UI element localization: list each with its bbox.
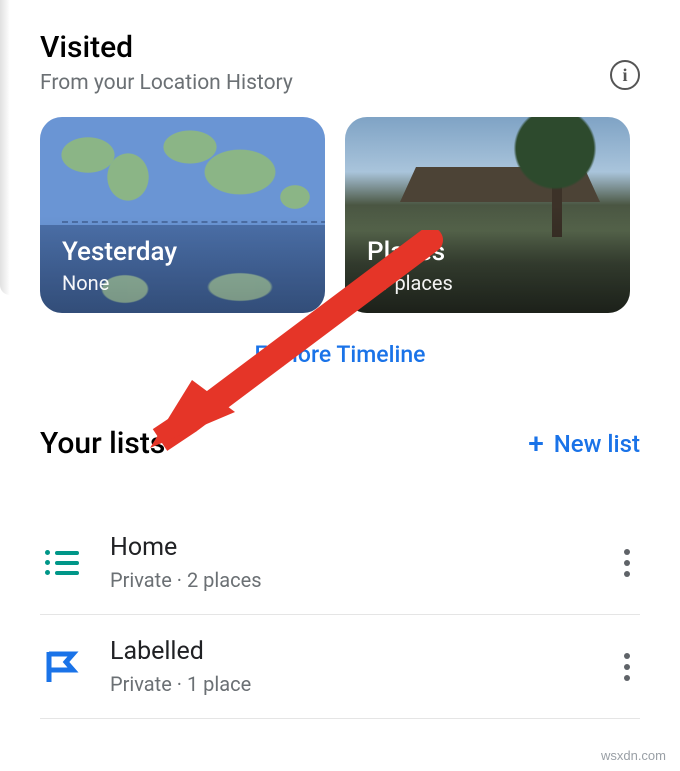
explore-timeline-link[interactable]: Explore Timeline [40, 341, 640, 368]
bullet-list-icon [40, 541, 84, 585]
list-meta: Private · 1 place [110, 672, 588, 696]
card-yesterday-title: Yesterday [62, 237, 303, 267]
overflow-menu-icon[interactable] [614, 539, 640, 587]
card-places-subtitle: 21 places [367, 271, 608, 295]
visited-cards-row[interactable]: Yesterday None Places 21 places C [40, 117, 640, 313]
overflow-menu-icon[interactable] [614, 643, 640, 691]
list-item[interactable]: Home Private · 2 places [40, 511, 640, 615]
new-list-button[interactable]: + New list [528, 430, 640, 458]
list-name: Labelled [110, 637, 588, 666]
list-name: Home [110, 533, 588, 562]
card-places-title: Places [367, 237, 608, 267]
flag-icon [40, 645, 84, 689]
card-yesterday-subtitle: None [62, 271, 303, 295]
card-yesterday[interactable]: Yesterday None [40, 117, 325, 313]
new-list-label: New list [554, 430, 640, 458]
visited-panel: Visited From your Location History i Yes… [0, 0, 680, 719]
lists-title: Your lists [40, 426, 165, 461]
visited-title: Visited [40, 30, 293, 65]
lists-container: Home Private · 2 places Labelled Private… [40, 511, 640, 719]
lists-header: Your lists + New list [40, 426, 640, 461]
card-places[interactable]: Places 21 places [345, 117, 630, 313]
watermark: wsxdn.com [601, 748, 666, 763]
visited-subtitle: From your Location History [40, 71, 293, 95]
visited-header: Visited From your Location History i [40, 30, 640, 95]
list-meta: Private · 2 places [110, 568, 588, 592]
plus-icon: + [528, 430, 544, 458]
list-item[interactable]: Labelled Private · 1 place [40, 615, 640, 719]
info-icon[interactable]: i [610, 60, 640, 90]
